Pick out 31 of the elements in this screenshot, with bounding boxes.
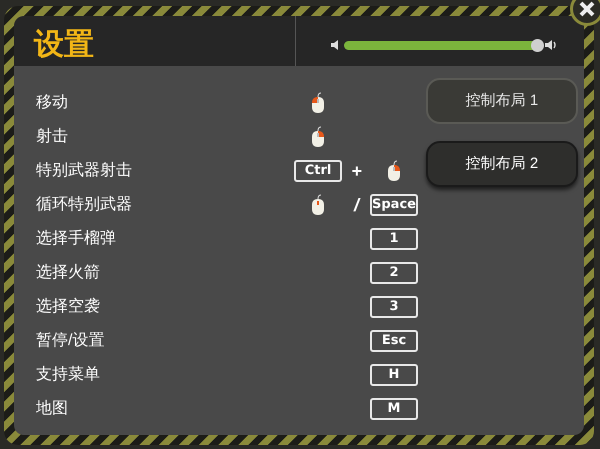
- close-icon: [578, 0, 596, 18]
- speaker-high-icon: [544, 39, 558, 51]
- mouse-icon: [311, 126, 325, 148]
- key-badge: 3: [370, 296, 418, 318]
- separator-symbol: +: [351, 160, 362, 182]
- mouse-icon: [311, 194, 325, 216]
- key-badge: H: [370, 364, 418, 386]
- layout-button[interactable]: 控制布局 1: [426, 78, 578, 124]
- action-label: 射击: [36, 126, 69, 147]
- action-label: 选择空袭: [36, 296, 101, 317]
- layout-button[interactable]: 控制布局 2: [426, 141, 578, 187]
- window-title: 设置: [34, 30, 94, 60]
- key-badge: 2: [370, 262, 418, 284]
- mouse-icon: [387, 160, 401, 182]
- slider-thumb[interactable]: [531, 38, 544, 52]
- separator-symbol: /: [354, 194, 359, 216]
- action-label: 选择火箭: [36, 262, 101, 283]
- key-badge: 1: [370, 228, 418, 250]
- volume-slider[interactable]: [344, 38, 544, 52]
- action-label: 循环特别武器: [36, 194, 133, 215]
- key-badge: Esc: [370, 330, 418, 352]
- action-label: 特别武器射击: [36, 160, 133, 181]
- action-label: 选择手榴弹: [36, 228, 117, 249]
- action-label: 支持菜单: [36, 364, 101, 385]
- action-label: 暂停/设置: [36, 330, 106, 351]
- action-label: 移动: [36, 93, 69, 113]
- key-badge: Ctrl: [294, 160, 342, 182]
- key-badge: Space: [370, 194, 418, 216]
- mouse-icon: [311, 92, 325, 114]
- key-badge: M: [370, 398, 418, 420]
- action-label: 地图: [36, 398, 69, 419]
